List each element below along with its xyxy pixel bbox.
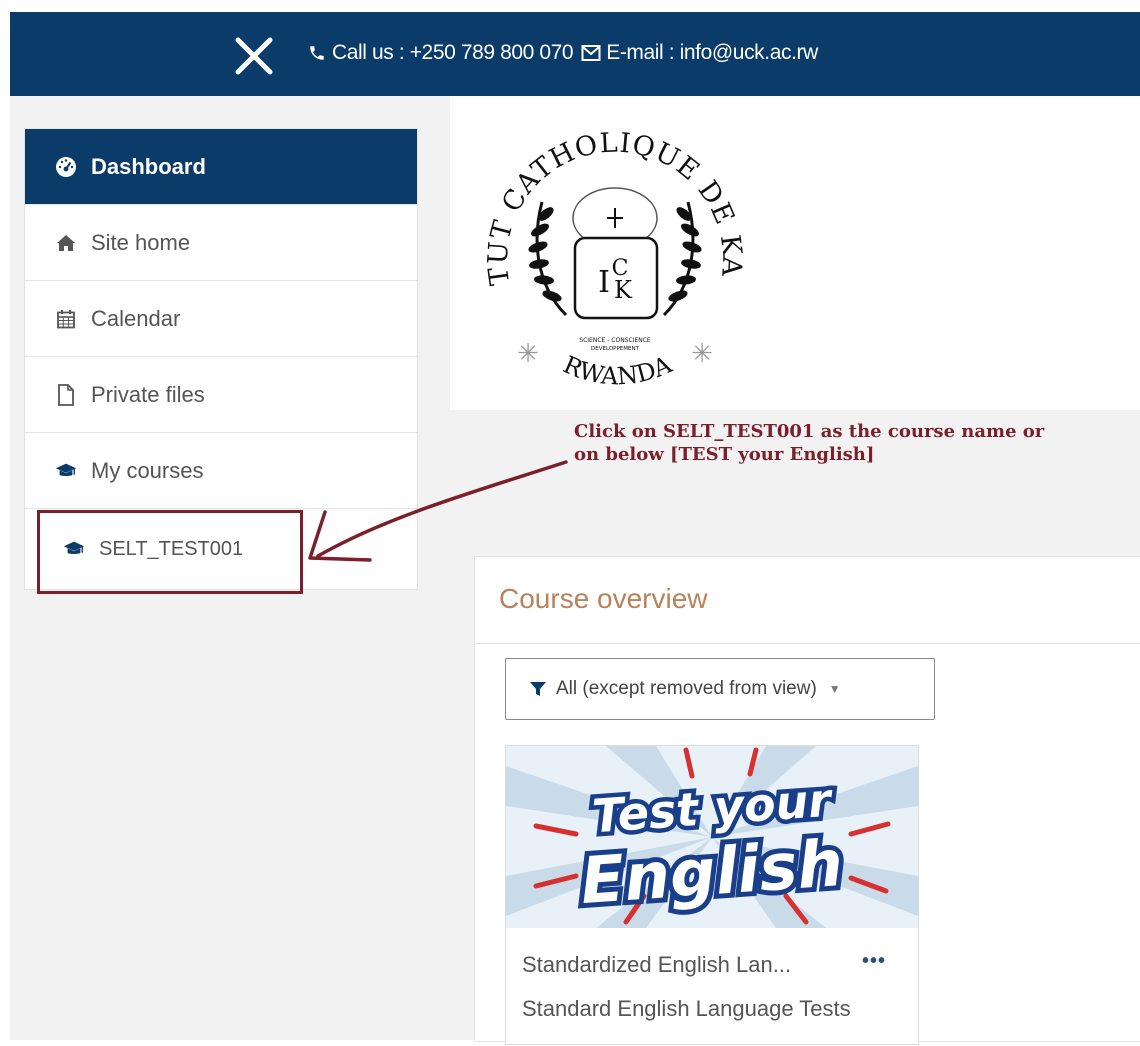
top-bar: Call us : +250 789 800 070 E-mail : info…: [10, 12, 1140, 96]
screen: Call us : +250 789 800 070 E-mail : info…: [0, 0, 1140, 1046]
sidebar-item-site-home[interactable]: Site home: [25, 205, 417, 281]
calendar-icon: [55, 308, 77, 330]
course-menu-button[interactable]: •••: [862, 950, 886, 973]
svg-text:✳: ✳: [691, 339, 713, 369]
header-logo-panel: INSTITUT CATHOLIQUE DE KABGAYI: [450, 96, 1140, 410]
chevron-down-icon: ▼: [828, 682, 841, 696]
annotation-line-2: on below [TEST your English]: [574, 444, 875, 465]
sidebar-item-label: My courses: [91, 457, 204, 483]
file-icon: [55, 383, 77, 406]
sidebar-item-label: Dashboard: [91, 153, 206, 179]
sidebar-item-label: Private files: [91, 381, 205, 407]
logo-bottom-text: RWANDA: [559, 350, 676, 390]
filter-label: All (except removed from view): [556, 678, 817, 699]
sidebar-item-calendar[interactable]: Calendar: [25, 281, 417, 357]
logo-monogram-k: K: [614, 276, 633, 304]
graduation-cap-icon: [55, 460, 77, 482]
course-name-link[interactable]: Standardized English Lan...: [522, 952, 791, 978]
filter-icon: [530, 681, 546, 697]
sidebar-item-dashboard[interactable]: Dashboard: [25, 129, 417, 205]
sidebar-item-private-files[interactable]: Private files: [25, 357, 417, 433]
course-summary: Standard English Language Tests: [522, 996, 851, 1021]
dashboard-icon: [55, 156, 77, 178]
envelope-icon: [581, 41, 601, 65]
course-card[interactable]: Test your English Standardized English L…: [505, 745, 919, 1045]
svg-text:✳: ✳: [517, 339, 539, 369]
contact-info: Call us : +250 789 800 070 E-mail : info…: [308, 41, 818, 65]
close-icon[interactable]: [232, 36, 276, 76]
course-overview-title: Course overview: [499, 583, 708, 614]
svg-text:RWANDA: RWANDA: [559, 350, 676, 390]
phone-text: Call us : +250 789 800 070: [332, 41, 574, 64]
phone-icon: [308, 41, 326, 65]
course-image[interactable]: Test your English: [506, 746, 918, 928]
logo-monogram-i: I: [598, 265, 610, 300]
course-overview-panel: Course overview All (except removed from…: [474, 556, 1140, 1045]
divider: [475, 643, 1140, 644]
sidebar-item-label: Calendar: [91, 305, 181, 331]
logo-motto-line1: SCIENCE - CONSCIENCE: [579, 337, 651, 344]
instruction-annotation: Click on SELT_TEST001 as the course name…: [574, 420, 1044, 466]
institution-logo: INSTITUT CATHOLIQUE DE KABGAYI: [470, 110, 746, 391]
annotation-line-1: Click on SELT_TEST001 as the course name…: [574, 421, 1045, 442]
course-filter-dropdown[interactable]: All (except removed from view) ▼: [505, 658, 935, 720]
sidebar-item-label: Site home: [91, 229, 191, 255]
highlight-box: [37, 510, 303, 594]
logo-motto-line2: DEVELOPPEMENT: [591, 346, 640, 352]
sidebar-item-my-courses[interactable]: My courses: [25, 433, 417, 509]
email-text[interactable]: E-mail : info@uck.ac.rw: [606, 41, 818, 65]
home-icon: [55, 232, 77, 254]
